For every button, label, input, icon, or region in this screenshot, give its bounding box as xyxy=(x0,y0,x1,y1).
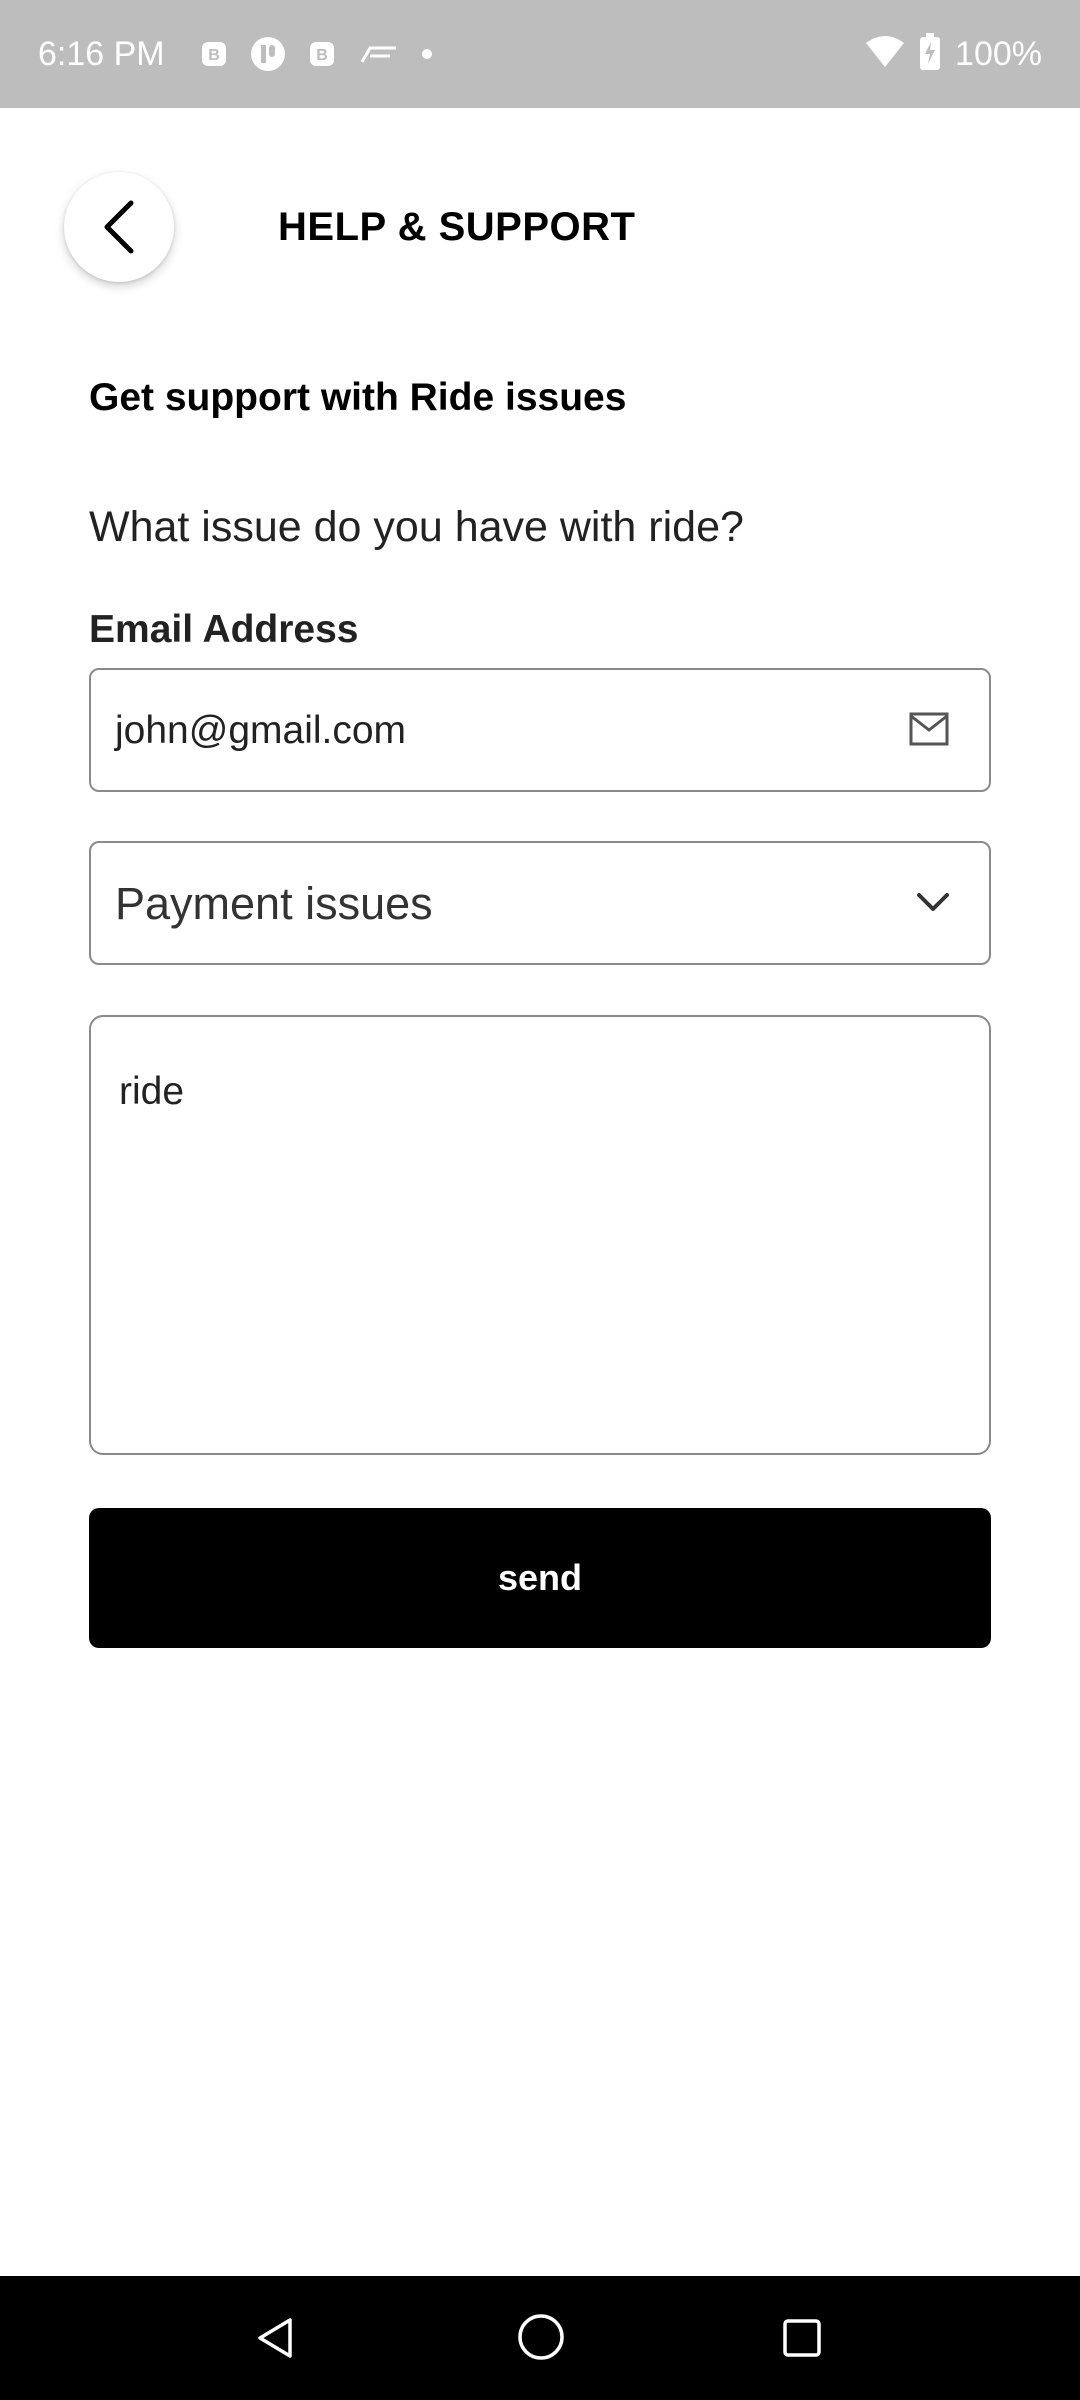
battery-level: 100% xyxy=(955,35,1042,73)
status-time: 6:16 PM xyxy=(38,35,165,73)
issue-type-value: Payment issues xyxy=(115,878,433,929)
section-heading: Get support with Ride issues xyxy=(89,376,627,419)
battery-charging-icon xyxy=(919,32,941,76)
navigation-bar xyxy=(0,2276,1080,2400)
back-button[interactable] xyxy=(64,172,174,282)
chevron-down-icon xyxy=(913,887,953,917)
status-right: 100% xyxy=(865,30,1042,78)
chevron-left-icon xyxy=(99,199,139,255)
svg-text:B: B xyxy=(208,47,220,64)
message-value: ride xyxy=(119,1070,185,1113)
b-app-icon: B xyxy=(308,40,336,68)
message-textarea[interactable]: ride xyxy=(89,1015,991,1455)
issue-type-select[interactable]: Payment issues xyxy=(89,841,991,965)
wifi-icon xyxy=(865,35,905,74)
mail-icon xyxy=(909,712,949,746)
status-bar: 6:16 PM B B 100% xyxy=(0,0,1080,108)
svg-text:B: B xyxy=(316,47,328,64)
send-button[interactable]: send xyxy=(89,1508,991,1648)
flag-app-icon xyxy=(358,42,398,66)
page-title: HELP & SUPPORT xyxy=(278,205,636,249)
b-app-icon: B xyxy=(200,40,228,68)
nav-recents-icon[interactable] xyxy=(782,2318,822,2358)
nav-back-icon[interactable] xyxy=(252,2314,300,2362)
sound-app-icon xyxy=(250,36,286,72)
notification-icons: B B xyxy=(200,34,434,74)
nav-home-icon[interactable] xyxy=(516,2312,566,2362)
issue-question: What issue do you have with ride? xyxy=(89,503,744,551)
email-label: Email Address xyxy=(89,608,359,651)
dot-icon xyxy=(420,47,434,61)
email-value: john@gmail.com xyxy=(115,709,407,752)
email-field[interactable]: john@gmail.com xyxy=(89,668,991,792)
